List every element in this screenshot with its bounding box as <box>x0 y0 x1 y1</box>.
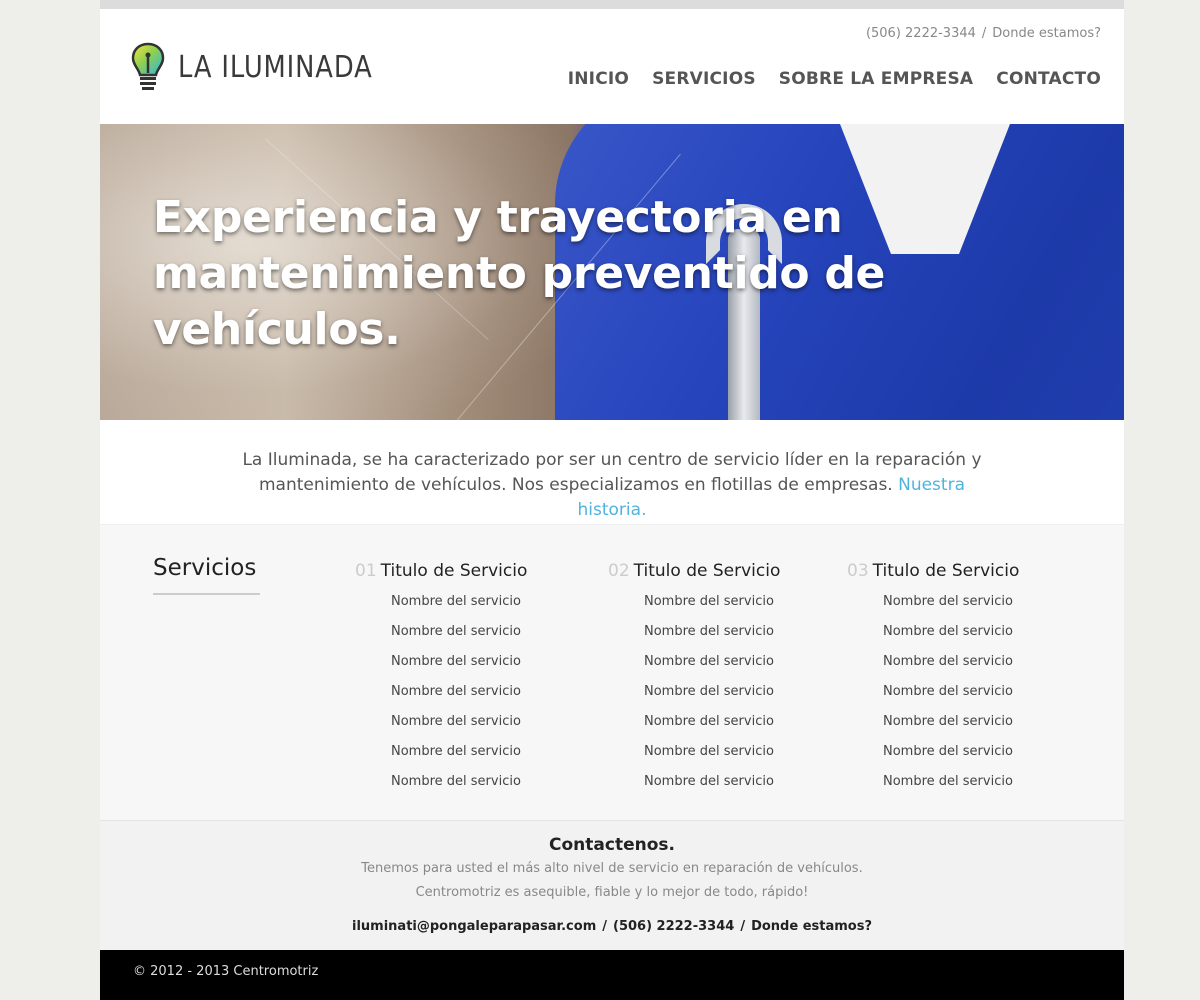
header-phone: (506) 2222-3344 <box>865 26 976 41</box>
service-column-heading: 03 Titulo de Servicio <box>847 561 1047 581</box>
service-title: Titulo de Servicio <box>633 561 781 581</box>
service-number: 01 <box>355 561 377 581</box>
service-item[interactable]: Nombre del servicio <box>847 737 1047 767</box>
header: LA ILUMINADA (506) 2222-3344 / Donde estam… <box>100 9 1124 124</box>
footer: © 2012 - 2013 Centromotriz <box>100 950 1124 1000</box>
service-item[interactable]: Nombre del servicio <box>355 767 555 797</box>
contact-phone-link[interactable]: (506) 2222-3344 <box>613 919 734 934</box>
services-title: Servicios <box>153 555 257 581</box>
service-item[interactable]: Nombre del servicio <box>355 617 555 647</box>
contact-description: Tenemos para usted el más alto nivel de … <box>100 857 1124 905</box>
contact-title: Contactenos. <box>549 835 675 855</box>
service-item[interactable]: Nombre del servicio <box>847 617 1047 647</box>
footer-copyright: © 2012 - 2013 Centromotriz <box>133 964 319 979</box>
service-item[interactable]: Nombre del servicio <box>608 587 808 617</box>
service-item[interactable]: Nombre del servicio <box>608 647 808 677</box>
service-item[interactable]: Nombre del servicio <box>608 677 808 707</box>
logo[interactable]: LA ILUMINADA <box>130 41 404 93</box>
services-section: Servicios 01 Titulo de Servicio Nombre de… <box>100 525 1124 821</box>
service-number: 03 <box>847 561 869 581</box>
brand-name: LA ILUMINADA <box>178 49 373 85</box>
service-item[interactable]: Nombre del servicio <box>355 587 555 617</box>
hero-headline: Experiencia y trayectoria en mantenimien… <box>153 192 886 355</box>
contact-line-2: Centromotriz es asequible, fiable y lo m… <box>415 885 809 900</box>
nav-item-servicios[interactable]: SERVICIOS <box>652 69 756 89</box>
service-title: Titulo de Servicio <box>872 561 1020 581</box>
service-list: Nombre del servicio Nombre del servicio … <box>847 587 1047 797</box>
service-item[interactable]: Nombre del servicio <box>355 677 555 707</box>
contact-line-1: Tenemos para usted el más alto nivel de … <box>361 861 863 876</box>
service-item[interactable]: Nombre del servicio <box>847 587 1047 617</box>
nav-item-contacto[interactable]: CONTACTO <box>996 69 1101 89</box>
service-column-2: 02 Titulo de Servicio Nombre del servicio… <box>608 561 808 797</box>
top-bar <box>100 0 1124 9</box>
service-item[interactable]: Nombre del servicio <box>355 737 555 767</box>
service-column-heading: 01 Titulo de Servicio <box>355 561 555 581</box>
service-list: Nombre del servicio Nombre del servicio … <box>608 587 808 797</box>
service-item[interactable]: Nombre del servicio <box>608 767 808 797</box>
separator: / <box>740 919 746 934</box>
nav-item-sobre-la-empresa[interactable]: SOBRE LA EMPRESA <box>779 69 973 89</box>
header-utility: (506) 2222-3344 / Donde estamos? <box>866 26 1101 41</box>
service-column-1: 01 Titulo de Servicio Nombre del servicio… <box>355 561 555 797</box>
contact-email-link[interactable]: iluminati@pongaleparapasar.com <box>352 919 596 934</box>
lightbulb-icon <box>131 42 165 90</box>
contact-section: Contactenos. Tenemos para usted el más a… <box>100 821 1124 951</box>
service-item[interactable]: Nombre del servicio <box>847 707 1047 737</box>
main-nav: INICIO SERVICIOS SOBRE LA EMPRESA CONTAC… <box>545 69 1101 89</box>
service-item[interactable]: Nombre del servicio <box>608 617 808 647</box>
service-list: Nombre del servicio Nombre del servicio … <box>355 587 555 797</box>
service-item[interactable]: Nombre del servicio <box>847 767 1047 797</box>
service-column-heading: 02 Titulo de Servicio <box>608 561 808 581</box>
contact-links: iluminati@pongaleparapasar.com / (506) 222… <box>100 919 1124 934</box>
separator: / <box>981 26 987 41</box>
hero-banner: Experiencia y trayectoria en mantenimien… <box>100 124 1124 420</box>
intro-section: La Iluminada, se ha caracterizado por se… <box>100 420 1124 525</box>
nav-item-inicio[interactable]: INICIO <box>568 69 629 89</box>
service-item[interactable]: Nombre del servicio <box>608 737 808 767</box>
location-link[interactable]: Donde estamos? <box>992 26 1101 41</box>
contact-location-link[interactable]: Donde estamos? <box>751 919 872 934</box>
separator: / <box>602 919 607 934</box>
intro-paragraph: La Iluminada, se ha caracterizado por se… <box>232 448 992 523</box>
intro-text: La Iluminada, se ha caracterizado por se… <box>242 450 982 495</box>
page: LA ILUMINADA (506) 2222-3344 / Donde estam… <box>100 0 1124 1000</box>
services-title-underline <box>153 593 260 595</box>
service-item[interactable]: Nombre del servicio <box>847 647 1047 677</box>
service-title: Titulo de Servicio <box>380 561 528 581</box>
service-number: 02 <box>608 561 630 581</box>
service-column-3: 03 Titulo de Servicio Nombre del servicio… <box>847 561 1047 797</box>
service-item[interactable]: Nombre del servicio <box>847 677 1047 707</box>
service-item[interactable]: Nombre del servicio <box>608 707 808 737</box>
service-item[interactable]: Nombre del servicio <box>355 647 555 677</box>
service-item[interactable]: Nombre del servicio <box>355 707 555 737</box>
